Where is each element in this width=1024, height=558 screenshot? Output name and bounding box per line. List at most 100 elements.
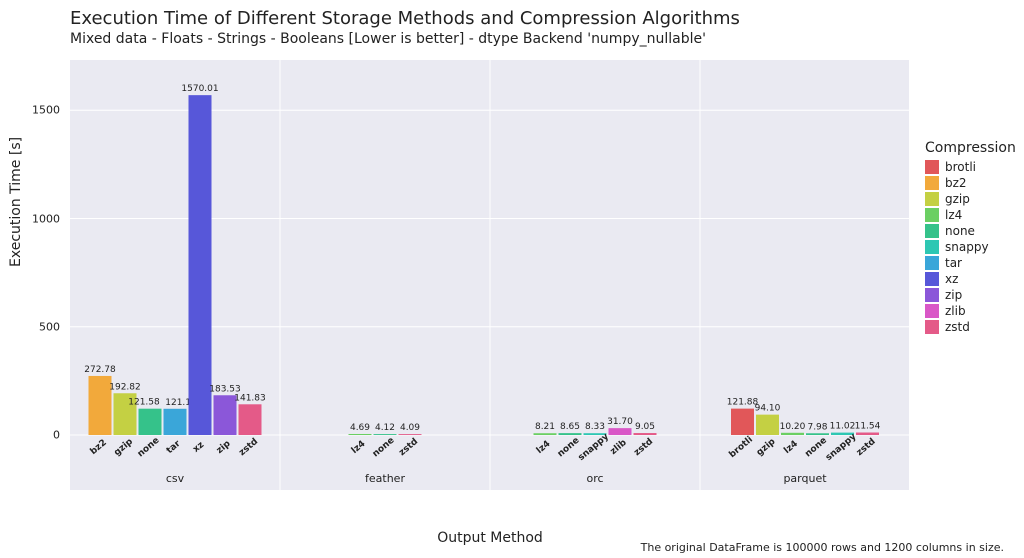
legend-label: bz2 <box>945 176 967 190</box>
bar-csv-zip <box>214 395 237 435</box>
bar-orc-zstd <box>634 433 657 435</box>
minor-axis-label: tar <box>165 439 183 457</box>
minor-axis-label: zstd <box>855 437 878 458</box>
legend-swatch <box>925 240 939 254</box>
bar-label: 94.10 <box>755 404 781 414</box>
legend-item-lz4: lz4 <box>925 208 1016 222</box>
legend-swatch <box>925 176 939 190</box>
legend-swatch <box>925 304 939 318</box>
bar-label: 10.20 <box>780 422 806 432</box>
legend-swatch <box>925 208 939 222</box>
legend-item-zip: zip <box>925 288 1016 302</box>
legend-title: Compression <box>925 140 1016 156</box>
legend-swatch <box>925 224 939 238</box>
bar-label: 4.12 <box>375 423 395 433</box>
minor-axis-label: zlib <box>609 438 630 457</box>
minor-axis-label: zstd <box>397 437 420 458</box>
minor-axis-label: lz4 <box>535 439 553 456</box>
bar-label: 4.69 <box>350 423 370 433</box>
legend-label: zlib <box>945 304 966 318</box>
legend-item-tar: tar <box>925 256 1016 270</box>
bar-feather-zstd <box>399 434 422 435</box>
legend-label: none <box>945 224 975 238</box>
group-label-feather: feather <box>365 472 405 485</box>
bar-feather-lz4 <box>349 434 372 435</box>
legend-label: gzip <box>945 192 970 206</box>
legend-label: lz4 <box>945 208 962 222</box>
legend-label: snappy <box>945 240 989 254</box>
legend-label: xz <box>945 272 958 286</box>
y-tick: 1500 <box>0 104 60 117</box>
bar-csv-tar <box>164 409 187 435</box>
bar-label: 1570.01 <box>181 84 218 94</box>
minor-axis-label: none <box>371 436 397 460</box>
bar-parquet-brotli <box>731 409 754 435</box>
bar-label: 192.82 <box>109 382 141 392</box>
chart-title: Execution Time of Different Storage Meth… <box>70 8 740 29</box>
group-label-csv: csv <box>166 472 185 485</box>
legend-label: zstd <box>945 320 970 334</box>
chart-subtitle: Mixed data - Floats - Strings - Booleans… <box>70 31 740 47</box>
legend-label: tar <box>945 256 962 270</box>
bar-label: 272.78 <box>84 365 116 375</box>
bar-label: 11.02 <box>830 422 856 432</box>
minor-axis-label: lz4 <box>782 439 800 456</box>
bar-label: 8.33 <box>585 422 605 432</box>
bar-csv-xz <box>189 95 212 435</box>
bar-label: 4.09 <box>400 423 420 433</box>
bar-orc-zlib <box>609 428 632 435</box>
legend-swatch <box>925 160 939 174</box>
legend-item-xz: xz <box>925 272 1016 286</box>
legend-label: brotli <box>945 160 976 174</box>
y-tick: 0 <box>0 429 60 442</box>
y-axis-label: Execution Time [s] <box>8 137 24 267</box>
bar-csv-zstd <box>239 404 262 435</box>
minor-axis-label: brotli <box>727 435 755 460</box>
bar-label: 8.21 <box>535 422 555 432</box>
minor-axis-label: gzip <box>112 436 135 458</box>
legend-swatch <box>925 288 939 302</box>
y-tick: 1000 <box>0 212 60 225</box>
plot-area: 272.78bz2192.82gzip121.58none121.12tar15… <box>70 60 910 490</box>
legend-item-bz2: bz2 <box>925 176 1016 190</box>
bar-label: 11.54 <box>855 422 881 432</box>
bar-label: 141.83 <box>234 393 266 403</box>
bar-orc-none <box>559 433 582 435</box>
bar-parquet-none <box>806 433 829 435</box>
minor-axis-label: zstd <box>632 437 655 458</box>
minor-axis-label: bz2 <box>89 438 109 457</box>
legend-swatch <box>925 320 939 334</box>
minor-axis-label: snappy <box>576 432 611 463</box>
bar-label: 121.58 <box>128 398 160 408</box>
group-label-orc: orc <box>586 472 603 485</box>
minor-axis-label: lz4 <box>350 439 368 456</box>
minor-axis-label: zip <box>215 439 233 457</box>
legend-swatch <box>925 272 939 286</box>
legend-item-zstd: zstd <box>925 320 1016 334</box>
legend-item-zlib: zlib <box>925 304 1016 318</box>
bar-parquet-lz4 <box>781 433 804 435</box>
bar-parquet-zstd <box>856 433 879 435</box>
legend-swatch <box>925 256 939 270</box>
legend-item-snappy: snappy <box>925 240 1016 254</box>
plot-svg: 272.78bz2192.82gzip121.58none121.12tar15… <box>70 60 910 490</box>
bar-label: 8.65 <box>560 422 580 432</box>
bar-label: 31.70 <box>607 417 633 427</box>
bar-label: 7.98 <box>807 422 827 432</box>
minor-axis-label: zstd <box>237 437 260 458</box>
bar-parquet-gzip <box>756 415 779 435</box>
legend-item-none: none <box>925 224 1016 238</box>
bar-feather-none <box>374 434 397 435</box>
bar-csv-none <box>139 409 162 435</box>
legend-item-brotli: brotli <box>925 160 1016 174</box>
legend-swatch <box>925 192 939 206</box>
legend-item-gzip: gzip <box>925 192 1016 206</box>
footnote: The original DataFrame is 100000 rows an… <box>641 541 1004 554</box>
minor-axis-label: none <box>136 436 162 460</box>
bar-orc-lz4 <box>534 433 557 435</box>
bar-label: 9.05 <box>635 422 655 432</box>
minor-axis-label: snappy <box>824 432 859 463</box>
chart-titles: Execution Time of Different Storage Meth… <box>70 8 740 47</box>
minor-axis-label: xz <box>191 440 206 455</box>
bar-csv-bz2 <box>89 376 112 435</box>
